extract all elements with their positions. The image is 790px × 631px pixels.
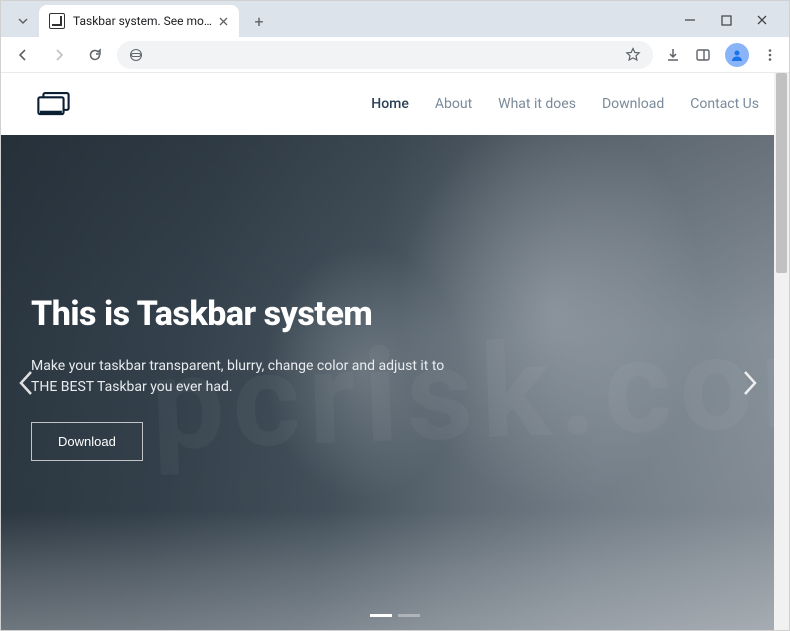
browser-titlebar: Taskbar system. See more - do + (1, 1, 789, 37)
browser-toolbar (1, 37, 789, 73)
site-info-icon (129, 48, 143, 62)
page-scrollbar[interactable] (774, 73, 789, 630)
hero-download-button[interactable]: Download (31, 422, 143, 461)
page-viewport: Home About What it does Download Contact… (1, 73, 789, 630)
carousel-prev-button[interactable] (9, 361, 43, 405)
tab-favicon (49, 13, 65, 29)
window-minimize-button[interactable] (681, 11, 699, 29)
nav-what-it-does[interactable]: What it does (498, 96, 576, 112)
tab-title: Taskbar system. See more - do (73, 14, 215, 28)
site-nav: Home About What it does Download Contact… (371, 96, 759, 112)
hero-subtitle: Make your taskbar transparent, blurry, c… (31, 356, 451, 398)
window-close-button[interactable] (753, 11, 771, 29)
forward-button[interactable] (45, 41, 73, 69)
window-maximize-button[interactable] (717, 11, 735, 29)
bookmark-star-icon[interactable] (625, 47, 641, 63)
profile-avatar[interactable] (725, 43, 749, 67)
back-button[interactable] (9, 41, 37, 69)
address-bar[interactable] (117, 41, 653, 69)
hero-title: This is Taskbar system (31, 295, 491, 334)
side-panel-icon[interactable] (695, 47, 711, 63)
hero-content: This is Taskbar system Make your taskbar… (31, 295, 491, 461)
carousel-dot-1[interactable] (370, 614, 392, 617)
browser-tab[interactable]: Taskbar system. See more - do (39, 5, 239, 37)
downloads-icon[interactable] (665, 47, 681, 63)
scrollbar-thumb[interactable] (776, 73, 787, 273)
carousel-next-button[interactable] (733, 361, 767, 405)
site-logo[interactable] (35, 89, 77, 119)
nav-about[interactable]: About (435, 96, 472, 112)
tab-close-button[interactable] (215, 13, 231, 29)
reload-button[interactable] (81, 41, 109, 69)
new-tab-button[interactable]: + (245, 7, 273, 35)
nav-download[interactable]: Download (602, 96, 664, 112)
chrome-menu-icon[interactable] (763, 48, 777, 62)
site-header: Home About What it does Download Contact… (1, 73, 789, 135)
carousel-dot-2[interactable] (398, 614, 420, 617)
nav-contact[interactable]: Contact Us (690, 96, 759, 112)
tab-search-button[interactable] (13, 11, 33, 31)
nav-home[interactable]: Home (371, 96, 409, 112)
hero-section: pcrisk.com This is Taskbar system Make y… (1, 135, 789, 630)
carousel-indicators (370, 614, 420, 617)
